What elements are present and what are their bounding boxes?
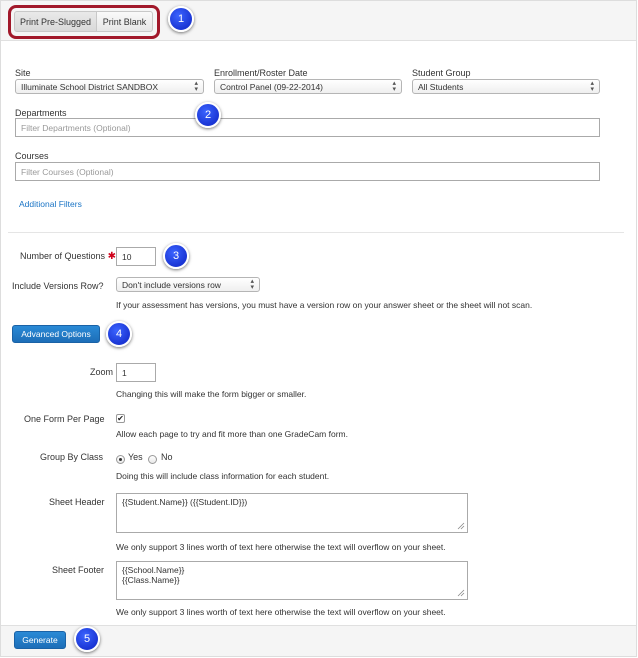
versions-help-text: If your assessment has versions, you mus… <box>116 300 533 310</box>
versions-row-value: Don't include versions row <box>122 279 221 290</box>
sheet-footer-label: Sheet Footer <box>52 565 105 575</box>
zoom-label: Zoom <box>90 367 114 377</box>
student-group-label: Student Group <box>412 68 471 78</box>
courses-label: Courses <box>15 151 49 161</box>
advanced-options-button[interactable]: Advanced Options <box>12 325 100 343</box>
updown-arrows-icon: ▴ ▾ <box>194 80 198 93</box>
enrollment-select-value: Control Panel (09-22-2014) <box>220 81 324 92</box>
sheet-header-help-text: We only support 3 lines worth of text he… <box>116 542 446 552</box>
callout-badge: 5 <box>74 626 100 652</box>
group-by-class-yes-radio[interactable] <box>116 455 125 464</box>
updown-arrows-icon: ▴ ▾ <box>250 278 254 291</box>
sheet-footer-textarea[interactable]: {{School.Name}} {{Class.Name}} <box>116 561 468 600</box>
generate-button[interactable]: Generate <box>14 631 66 649</box>
site-select[interactable]: Illuminate School District SANDBOX ▴ ▾ <box>15 79 204 94</box>
group-by-class-help-text: Doing this will include class informatio… <box>116 471 330 481</box>
resize-grip-icon[interactable] <box>457 522 465 530</box>
number-of-questions-text: Number of Questions <box>20 251 106 261</box>
student-group-select-value: All Students <box>418 81 464 92</box>
group-by-class-yes-label: Yes <box>128 452 143 462</box>
number-of-questions-label: Number of Questions ✱ <box>20 251 116 262</box>
updown-arrows-icon: ▴ ▾ <box>392 80 396 93</box>
sheet-footer-line1: {{School.Name}} <box>122 565 185 575</box>
sheet-footer-line2: {{Class.Name}} <box>122 575 180 585</box>
callout-badge: 1 <box>168 6 194 32</box>
callout-badge: 2 <box>195 102 221 128</box>
courses-input[interactable]: Filter Courses (Optional) <box>15 162 600 181</box>
number-of-questions-input[interactable]: 10 <box>116 247 156 266</box>
print-pre-slugged-button[interactable]: Print Pre-Slugged <box>14 11 97 32</box>
student-group-select[interactable]: All Students ▴ ▾ <box>412 79 600 94</box>
group-by-class-no-label: No <box>161 452 173 462</box>
resize-grip-icon[interactable] <box>457 589 465 597</box>
section-divider <box>8 232 624 233</box>
group-by-class-no-radio[interactable] <box>148 455 157 464</box>
sheet-header-value: {{Student.Name}} ({{Student.ID}}) <box>122 497 248 507</box>
required-star-icon: ✱ <box>107 251 116 262</box>
versions-row-select[interactable]: Don't include versions row ▴ ▾ <box>116 277 260 292</box>
one-form-per-page-label: One Form Per Page <box>24 414 105 424</box>
group-by-class-label: Group By Class <box>40 452 104 462</box>
enrollment-label: Enrollment/Roster Date <box>214 68 308 78</box>
callout-badge: 4 <box>106 321 132 347</box>
site-select-value: Illuminate School District SANDBOX <box>21 81 158 92</box>
enrollment-select[interactable]: Control Panel (09-22-2014) ▴ ▾ <box>214 79 402 94</box>
callout-badge: 3 <box>163 243 189 269</box>
checkmark-icon: ✔ <box>117 414 124 423</box>
updown-arrows-icon: ▴ ▾ <box>590 80 594 93</box>
site-label: Site <box>15 68 31 78</box>
one-form-per-page-checkbox[interactable]: ✔ <box>116 414 125 423</box>
print-blank-button[interactable]: Print Blank <box>96 11 153 32</box>
zoom-help-text: Changing this will make the form bigger … <box>116 389 307 399</box>
zoom-input[interactable]: 1 <box>116 363 156 382</box>
sheet-header-label: Sheet Header <box>49 497 105 507</box>
departments-label: Departments <box>15 108 67 118</box>
print-mode-bar: Print Pre-Slugged Print Blank <box>1 1 636 41</box>
one-form-help-text: Allow each page to try and fit more than… <box>116 429 348 439</box>
additional-filters-link[interactable]: Additional Filters <box>19 199 82 209</box>
departments-input[interactable]: Filter Departments (Optional) <box>15 118 600 137</box>
sheet-footer-help-text: We only support 3 lines worth of text he… <box>116 607 446 617</box>
versions-row-label: Include Versions Row? <box>12 281 104 291</box>
sheet-header-textarea[interactable]: {{Student.Name}} ({{Student.ID}}) <box>116 493 468 533</box>
